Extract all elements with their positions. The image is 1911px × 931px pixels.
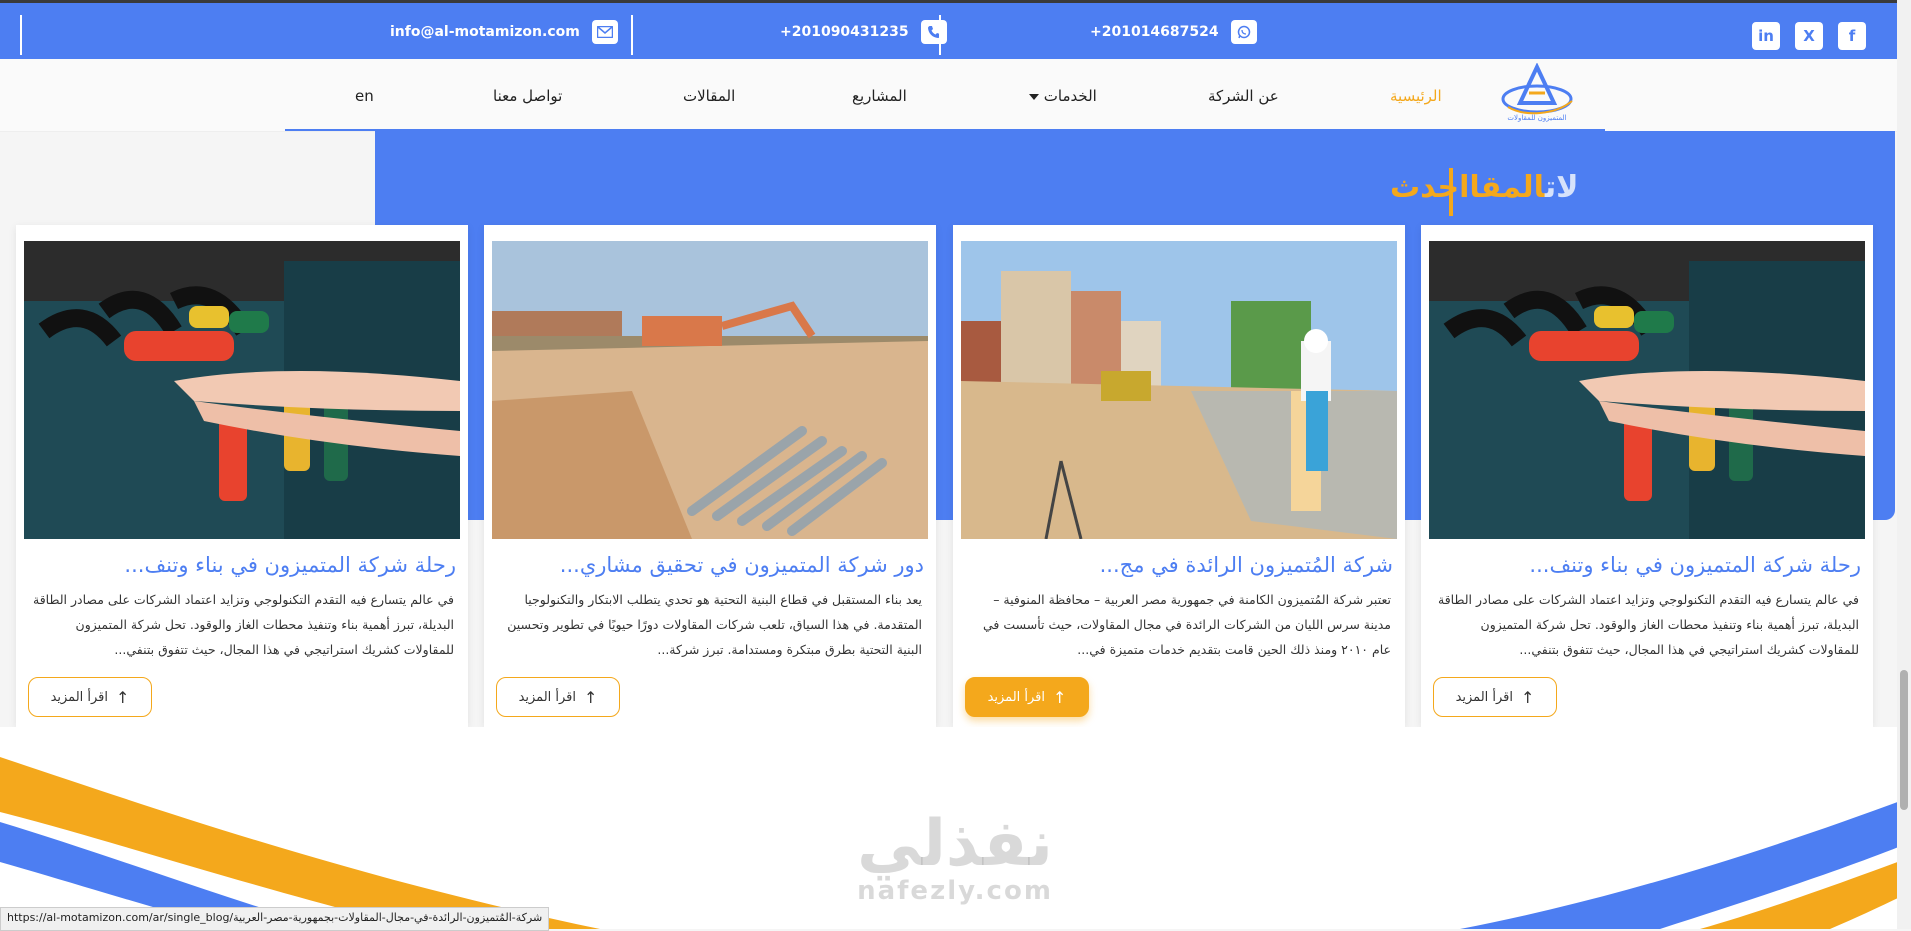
email-contact[interactable]: info@al-motamizon.com [390,19,618,45]
article-title[interactable]: شركة المُتميزون الرائدة في مج... [965,553,1393,577]
nav-contact[interactable]: تواصل معنا [493,87,562,105]
envelope-icon [591,20,618,44]
nav-language[interactable]: en [355,87,374,105]
article-image-excavator[interactable] [492,241,928,539]
watermark: نفذلي nafezly.com [857,807,1053,906]
arrow-up-icon: ↑ [1053,687,1067,707]
title-accent-bar [1449,168,1453,216]
facebook-icon[interactable]: f [1838,22,1866,50]
article-card[interactable]: شركة المُتميزون الرائدة في مج... تعتبر ش… [953,225,1405,727]
nav-projects[interactable]: المشاريع [852,87,907,105]
article-title[interactable]: رحلة شركة المتميزون في بناء وتنف... [1433,553,1861,577]
divider [20,15,22,55]
whatsapp-icon [1230,20,1257,44]
article-excerpt: يعد بناء المستقبل في قطاع البنية التحتية… [507,592,922,657]
nav-services-label: الخدمات [1043,87,1097,105]
nav-about[interactable]: عن الشركة [1208,87,1279,105]
divider [939,15,941,55]
read-more-button[interactable]: اقرأ المزيد ↑ [496,677,620,717]
section-title: لاتالمقااحدث [1390,170,1579,205]
browser-status-bar: https://al-motamizon.com/ar/single_blog/… [0,907,550,931]
divider [631,15,633,55]
article-excerpt: في عالم يتسارع فيه التقدم التكنولوجي وتز… [1438,592,1859,657]
arrow-up-icon: ↑ [116,687,130,707]
article-excerpt: تعتبر شركة المُتميزون الكامنة في جمهورية… [982,592,1391,657]
nav-home[interactable]: الرئيسية [1390,87,1442,105]
read-more-button[interactable]: اقرأ المزيد ↑ [28,677,152,717]
email-address[interactable]: info@al-motamizon.com [390,24,580,40]
article-card[interactable]: دور شركة المتميزون في تحقيق مشاري... يعد… [484,225,936,727]
logo-text: المتميزون للمقاولات [1507,114,1566,122]
x-twitter-icon[interactable]: X [1795,22,1823,50]
article-image-road-works[interactable] [961,241,1397,539]
whatsapp-number[interactable]: +201014687524 [1090,24,1219,40]
chevron-down-icon [1029,93,1039,100]
arrow-up-icon: ↑ [1521,687,1535,707]
top-contact-bar: info@al-motamizon.com +201090431235 +201… [0,0,1911,59]
nav-articles[interactable]: المقالات [683,87,735,105]
article-title[interactable]: دور شركة المتميزون في تحقيق مشاري... [496,553,924,577]
read-more-button[interactable]: اقرأ المزيد ↑ [1433,677,1557,717]
article-card[interactable]: رحلة شركة المتميزون في بناء وتنف... في ع… [16,225,468,727]
whatsapp-contact[interactable]: +201014687524 [1090,19,1257,45]
article-card[interactable]: رحلة شركة المتميزون في بناء وتنف... في ع… [1421,225,1873,727]
linkedin-icon[interactable]: in [1752,22,1780,50]
vertical-scrollbar[interactable] [1897,0,1911,929]
article-title[interactable]: رحلة شركة المتميزون في بناء وتنف... [28,553,456,577]
nav-services[interactable]: الخدمات [1023,87,1097,105]
scrollbar-thumb[interactable] [1900,670,1908,810]
read-more-button[interactable]: اقرأ المزيد ↑ [965,677,1089,717]
article-image-fuel-pumps[interactable] [1429,241,1865,539]
article-image-fuel-pumps[interactable] [24,241,460,539]
article-excerpt: في عالم يتسارع فيه التقدم التكنولوجي وتز… [33,592,454,657]
company-logo[interactable]: المتميزون للمقاولات [1500,62,1575,125]
main-navbar [0,59,1911,132]
arrow-up-icon: ↑ [584,687,598,707]
phone-contact[interactable]: +201090431235 [780,19,947,45]
phone-number[interactable]: +201090431235 [780,24,909,40]
phone-icon [920,20,947,44]
